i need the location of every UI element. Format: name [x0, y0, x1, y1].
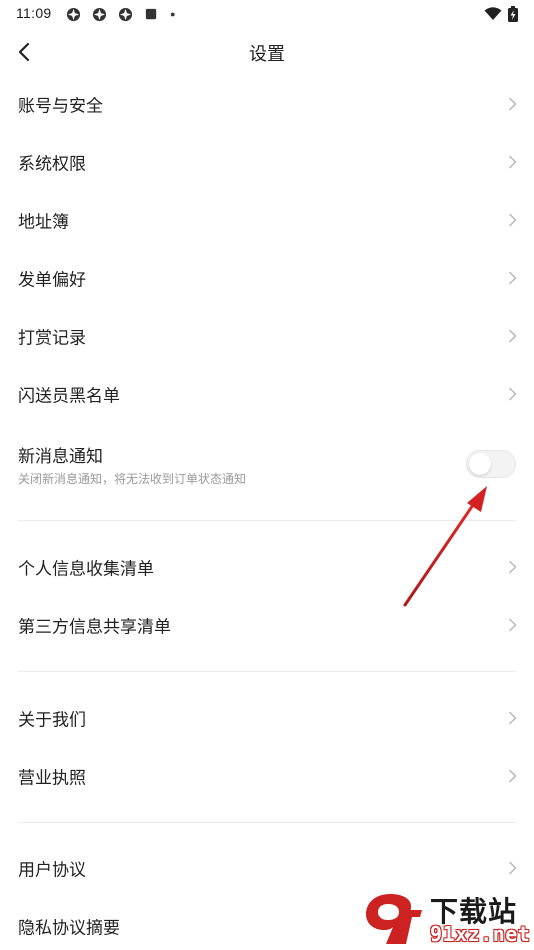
chevron-right-icon [509, 711, 517, 725]
settings-item-account-security[interactable]: 账号与安全 [0, 75, 534, 133]
dot-icon [170, 12, 175, 17]
chevron-right-icon [509, 861, 517, 875]
settings-item-label: 关于我们 [18, 710, 86, 731]
section-divider [18, 671, 516, 672]
status-right [484, 6, 518, 22]
chevron-right-icon [509, 271, 517, 285]
annotation-arrow [403, 486, 487, 607]
section-divider [18, 822, 516, 823]
status-time: 11:09 [16, 5, 52, 21]
nav-bar: 设置 [0, 28, 534, 76]
page-title: 设置 [249, 44, 285, 65]
settings-item-label: 账号与安全 [18, 96, 103, 117]
settings-item-address-book[interactable]: 地址簿 [0, 191, 534, 249]
settings-item-business-license[interactable]: 营业执照 [0, 747, 534, 805]
chevron-right-icon [509, 329, 517, 343]
status-bar: 11:09 [0, 0, 534, 28]
settings-item-order-preferences[interactable]: 发单偏好 [0, 249, 534, 307]
chevron-right-icon [509, 387, 517, 401]
chevron-right-icon [509, 213, 517, 227]
settings-item-label: 发单偏好 [18, 270, 86, 291]
notifications-label: 新消息通知 [18, 447, 103, 467]
settings-item-courier-blacklist[interactable]: 闪送员黑名单 [0, 365, 534, 423]
settings-item-about-us[interactable]: 关于我们 [0, 689, 534, 747]
chevron-right-icon [509, 560, 517, 574]
settings-item-label: 闪送员黑名单 [18, 386, 120, 407]
settings-item-label: 隐私协议摘要 [18, 918, 120, 939]
battery-charging-icon [508, 6, 518, 22]
chevron-right-icon [509, 769, 517, 783]
wifi-icon [484, 7, 502, 20]
settings-item-label: 用户协议 [18, 860, 86, 881]
toggle-knob [469, 453, 491, 475]
settings-item-tip-records[interactable]: 打赏记录 [0, 307, 534, 365]
watermark-url: 91xz.net [430, 922, 531, 946]
square-icon [145, 8, 157, 20]
settings-item-label: 系统权限 [18, 154, 86, 175]
chevron-right-icon [509, 618, 517, 632]
app-icon [118, 7, 133, 22]
settings-item-label: 第三方信息共享清单 [18, 617, 171, 638]
settings-item-label: 打赏记录 [18, 328, 86, 349]
settings-item-label: 地址簿 [18, 212, 69, 233]
settings-item-system-permissions[interactable]: 系统权限 [0, 133, 534, 191]
notifications-toggle[interactable] [466, 450, 516, 478]
chevron-right-icon [509, 97, 517, 111]
app-icon [92, 7, 107, 22]
settings-item-label: 营业执照 [18, 768, 86, 789]
watermark: 下载站 91xz.net [360, 888, 534, 950]
chevron-right-icon [509, 155, 517, 169]
watermark-logo [366, 894, 422, 944]
app-icon [66, 7, 81, 22]
notifications-description: 关闭新消息通知，将无法收到订单状态通知 [18, 472, 247, 486]
settings-item-label: 个人信息收集清单 [18, 559, 154, 580]
